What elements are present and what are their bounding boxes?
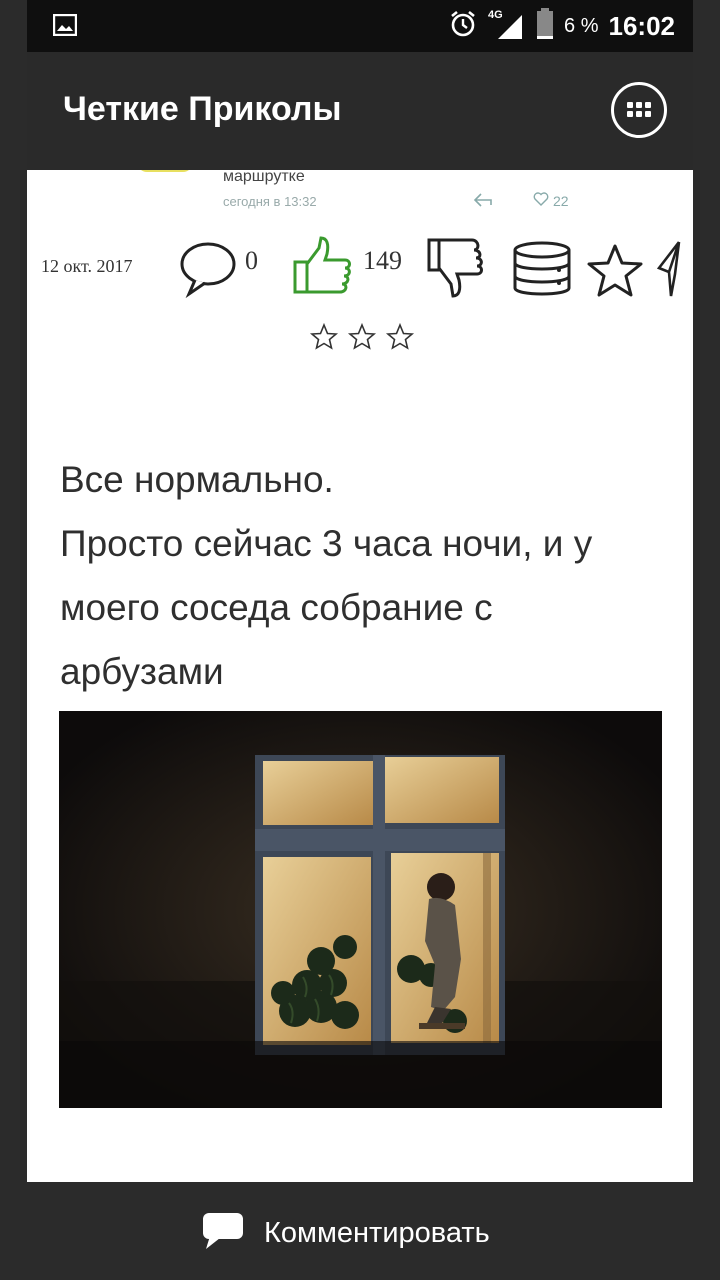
post-card: маршрутке сегодня в 13:32 22 12 окт. 201…	[27, 170, 693, 1182]
share-plane-icon[interactable]	[655, 238, 683, 303]
grid-menu-button[interactable]	[611, 82, 667, 138]
like-icon[interactable]	[291, 234, 355, 303]
rating-stars[interactable]	[309, 322, 415, 352]
previous-likes-count: 22	[553, 192, 569, 209]
post-text: Все нормально. Просто сейчас 3 часа ночи…	[60, 448, 670, 704]
comments-count: 0	[245, 246, 258, 275]
bottom-bar: Комментировать	[0, 1182, 720, 1280]
image-icon	[52, 13, 78, 41]
previous-post-time: сегодня в 13:32	[223, 194, 317, 209]
post-text-line: Все нормально.	[60, 459, 334, 500]
post-text-line: моего соседа собрание с	[60, 587, 493, 628]
post-action-row: 12 окт. 2017 0 149	[27, 232, 693, 312]
likes-count: 149	[363, 246, 402, 275]
heart-icon	[533, 192, 549, 209]
post-text-line: Просто сейчас 3 часа ночи, и у	[60, 523, 593, 564]
post-photo[interactable]	[59, 711, 662, 1108]
dislike-icon[interactable]	[425, 236, 487, 305]
comment-button[interactable]: Комментировать	[202, 1212, 490, 1255]
battery-percent: 6 %	[564, 14, 599, 37]
rating-star-icon[interactable]	[347, 322, 377, 352]
battery-icon	[536, 7, 554, 45]
post-text-line: арбузами	[60, 651, 224, 692]
comment-icon[interactable]	[177, 238, 239, 305]
status-bar: 4G 6 % 16:02	[27, 0, 693, 52]
clock: 16:02	[608, 10, 676, 41]
rating-star-icon[interactable]	[385, 322, 415, 352]
reply-icon	[473, 192, 493, 213]
grid-menu-icon	[627, 102, 651, 117]
previous-post-title: маршрутке	[223, 170, 305, 185]
comment-label: Комментировать	[264, 1217, 490, 1249]
app-bar: Четкие Приколы	[27, 52, 693, 170]
signal-icon: 4G	[488, 9, 526, 41]
post-date: 12 окт. 2017	[41, 256, 133, 276]
previous-avatar	[137, 170, 193, 172]
favorite-star-icon[interactable]	[585, 242, 645, 305]
database-save-icon[interactable]	[511, 240, 573, 303]
alarm-icon	[448, 9, 478, 44]
app-title: Четкие Приколы	[63, 90, 342, 128]
rating-star-icon[interactable]	[309, 322, 339, 352]
chat-bubble-icon	[202, 1212, 244, 1255]
previous-post-likes: 22	[533, 192, 569, 209]
